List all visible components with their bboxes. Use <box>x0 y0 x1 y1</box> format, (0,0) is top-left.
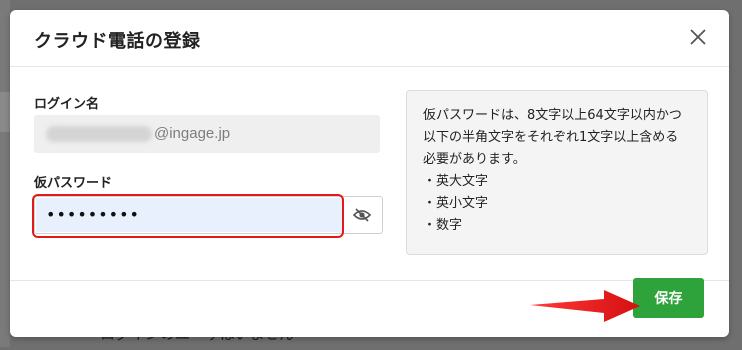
modal-title: クラウド電話の登録 <box>34 31 201 52</box>
modal-header: クラウド電話の登録 <box>10 10 729 67</box>
requirement-item: ・英大文字 <box>423 174 489 189</box>
login-domain-text: @ingage.jp <box>154 125 231 142</box>
toggle-password-visibility-button[interactable] <box>344 198 380 232</box>
annotation-arrow-icon <box>530 290 640 322</box>
eye-off-icon <box>353 208 371 222</box>
modal-footer-divider <box>10 280 729 281</box>
close-icon <box>690 29 706 45</box>
temp-password-label: 仮パスワード <box>34 176 113 191</box>
password-requirements-list: ・英大文字 ・英小文字 ・数字 <box>423 171 691 237</box>
highlight-annotation-box <box>32 194 344 238</box>
requirement-item: ・数字 <box>423 218 463 233</box>
login-name-redacted <box>46 126 152 142</box>
password-requirements-box: 仮パスワードは、8文字以上64文字以内かつ以下の半角文字をそれぞれ1文字以上含め… <box>406 90 708 255</box>
login-name-field: @ingage.jp <box>34 115 380 153</box>
login-name-label: ログイン名 <box>34 97 100 112</box>
requirement-item: ・英小文字 <box>423 196 489 211</box>
password-requirements-text: 仮パスワードは、8文字以上64文字以内かつ以下の半角文字をそれぞれ1文字以上含め… <box>423 108 682 167</box>
background-sidebar-band <box>0 92 10 132</box>
close-button[interactable] <box>685 24 711 50</box>
background-sidebar <box>0 0 10 347</box>
